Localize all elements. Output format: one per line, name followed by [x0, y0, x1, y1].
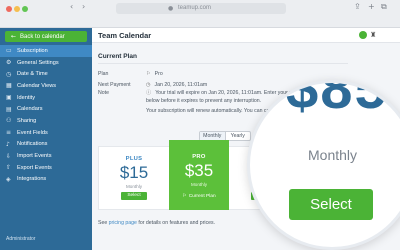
plan-name: PLUS — [125, 156, 143, 162]
pricing-page-link[interactable]: pricing page — [109, 220, 137, 226]
calendar-icon: ▦ — [6, 82, 12, 90]
settings-sidebar: ← Back to calendar ▭ Subscription ⚙ General … — [0, 28, 92, 250]
page-header: Team Calendar ♜ — [92, 28, 400, 43]
sidebar-item-label: Integrations — [17, 176, 47, 183]
url-text: teamup.com — [178, 5, 212, 11]
sidebar-item-label: Identity — [17, 94, 36, 101]
back-to-calendar-label: Back to calendar — [20, 34, 65, 40]
tabs-overview-icon[interactable]: ⧉ — [381, 2, 387, 12]
address-bar[interactable]: ● teamup.com — [116, 3, 286, 14]
sidebar-item-integrations[interactable]: ◈ Integrations — [0, 174, 92, 186]
sidebar-item-label: Subscription — [17, 47, 48, 54]
sidebar-item-label: Calendars — [17, 106, 43, 113]
sidebar-item-label: General Settings — [17, 59, 59, 66]
current-plan-label: Current Plan — [188, 194, 216, 199]
browser-chrome: ‹ › ● teamup.com ⇪ + ⧉ — [0, 0, 400, 28]
page-title: Team Calendar — [98, 31, 152, 40]
sidebar-item-label: Sharing — [17, 117, 37, 124]
pricing-footnote: See pricing page for details on features… — [98, 220, 215, 226]
yearly-option[interactable]: Yearly — [226, 132, 251, 140]
sidebar-footer: Administrator — [6, 236, 36, 242]
plan-price: $35 — [184, 161, 214, 180]
fields-icon: ≡ — [6, 129, 12, 137]
next-payment-key: Next Payment — [98, 82, 131, 88]
sidebar-item-label: Event Fields — [17, 129, 48, 136]
sidebar-item-label: Date & Time — [17, 71, 48, 78]
magnified-period: Monthly — [308, 147, 358, 163]
calendars-icon: ▤ — [6, 105, 12, 113]
plan-period: Monthly — [190, 182, 208, 187]
arrow-left-icon: ← — [11, 33, 17, 40]
lock-icon: ● — [168, 5, 174, 12]
gear-icon: ⚙ — [6, 59, 12, 67]
magnified-price: $85 — [286, 80, 389, 121]
plan-card-pro: PRO $35 Monthly ⚐ Current Plan — [169, 140, 229, 210]
note-key: Note — [98, 90, 109, 96]
import-icon: ⇩ — [6, 152, 12, 160]
share-icon: ⚇ — [6, 117, 12, 125]
back-arrow-icon[interactable]: ‹ — [70, 2, 73, 11]
plan-name: PRO — [192, 154, 206, 160]
back-to-calendar-button[interactable]: ← Back to calendar — [5, 31, 87, 42]
monthly-option[interactable]: Monthly — [200, 132, 226, 140]
sidebar-item-sharing[interactable]: ⚇ Sharing — [0, 115, 92, 127]
select-plus-button[interactable]: Select — [121, 192, 147, 200]
puzzle-icon: ◈ — [6, 175, 11, 183]
sidebar-item-subscription[interactable]: ▭ Subscription — [0, 45, 92, 57]
export-icon: ⇧ — [6, 164, 12, 172]
sidebar-item-label: Export Events — [17, 164, 52, 171]
card-icon: ▭ — [6, 47, 12, 55]
sidebar-item-calendar-views[interactable]: ▦ Calendar Views — [0, 80, 92, 92]
info-icon: ⓘ — [146, 90, 152, 96]
magnified-select-button[interactable]: Select — [289, 189, 373, 220]
clock-icon: ◷ — [6, 70, 12, 78]
new-tab-icon[interactable]: + — [368, 2, 375, 11]
minimize-window-icon[interactable] — [14, 6, 20, 12]
sidebar-item-export-events[interactable]: ⇧ Export Events — [0, 162, 92, 174]
plan-card-plus: PLUS $15 Monthly Select — [104, 147, 164, 209]
footnote-prefix: See — [98, 220, 109, 226]
sidebar-item-label: Calendar Views — [17, 82, 57, 89]
sidebar-item-date-time[interactable]: ◷ Date & Time — [0, 68, 92, 80]
divider — [98, 63, 348, 64]
maximize-window-icon[interactable] — [22, 6, 28, 12]
plan-icon: ⚐ — [146, 71, 151, 77]
status-indicator[interactable] — [359, 31, 367, 39]
sidebar-item-identity[interactable]: ▣ Identity — [0, 92, 92, 104]
plan-icon: ⚐ — [182, 194, 187, 199]
plan-value: Pro — [154, 71, 163, 77]
sidebar-item-calendars[interactable]: ▤ Calendars — [0, 103, 92, 115]
id-icon: ▣ — [6, 94, 12, 102]
bell-icon: ♪ — [6, 140, 10, 148]
plan-key: Plan — [98, 71, 109, 77]
plan-price: $15 — [119, 163, 149, 182]
footnote-suffix: for details on features and prices. — [136, 220, 216, 226]
sidebar-item-event-fields[interactable]: ≡ Event Fields — [0, 127, 92, 139]
sidebar-item-import-events[interactable]: ⇩ Import Events — [0, 150, 92, 162]
sidebar-item-general-settings[interactable]: ⚙ General Settings — [0, 57, 92, 69]
forward-arrow-icon[interactable]: › — [82, 2, 85, 11]
current-plan-heading: Current Plan — [98, 53, 138, 60]
sidebar-item-notifications[interactable]: ♪ Notifications — [0, 139, 92, 151]
current-plan-badge: ⚐ Current Plan — [175, 194, 223, 199]
clock-icon: ◷ — [146, 82, 151, 88]
sidebar-nav: ▭ Subscription ⚙ General Settings ◷ Date & Ti… — [0, 45, 92, 185]
plan-period: Monthly — [125, 184, 143, 189]
sidebar-item-label: Import Events — [17, 153, 52, 160]
next-payment-value: Jan 20, 2026, 11:01am — [154, 82, 208, 88]
sidebar-item-label: Notifications — [17, 141, 48, 148]
share-icon[interactable]: ⇪ — [354, 2, 361, 11]
user-menu-icon[interactable]: ♜ — [370, 31, 378, 39]
close-window-icon[interactable] — [6, 6, 12, 12]
